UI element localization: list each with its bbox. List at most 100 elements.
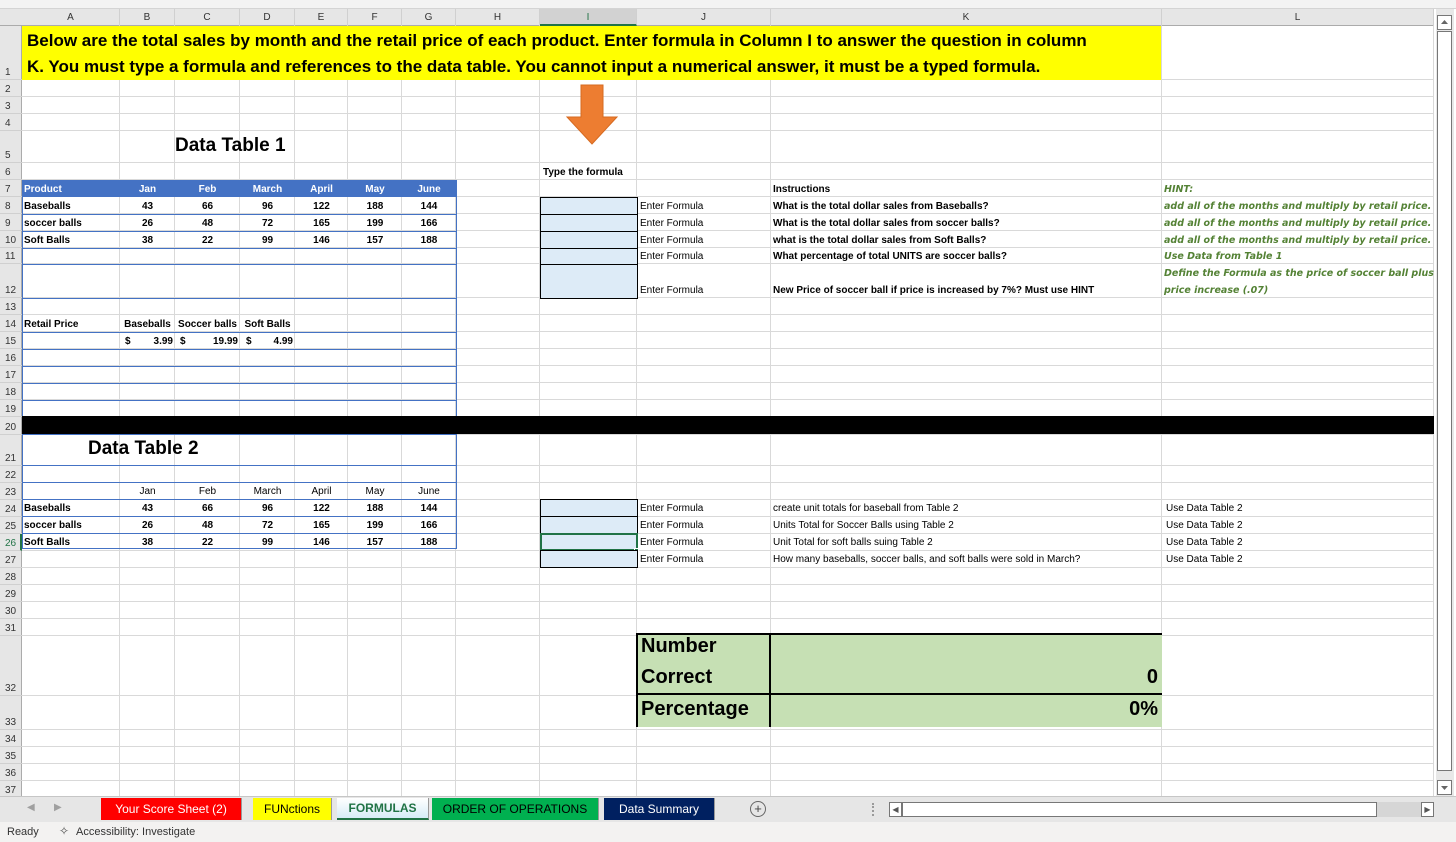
formula-input-cell[interactable] [540,499,638,517]
scroll-left-button[interactable]: ◀ [889,802,902,817]
row-header-8[interactable]: 8 [0,197,22,214]
row-header-34[interactable]: 34 [0,730,22,747]
table2-value-cell[interactable]: 188 [402,533,456,550]
table2-value-cell[interactable]: 99 [240,533,295,550]
row-header-13[interactable]: 13 [0,298,22,315]
sheet-tab-your-score-sheet-2[interactable]: Your Score Sheet (2) [101,798,242,820]
table2-value-cell[interactable]: 166 [402,516,456,533]
row-header-17[interactable]: 17 [0,366,22,383]
add-sheet-icon[interactable]: + [750,801,766,817]
formula-input-cell[interactable] [540,231,638,249]
row-header-14[interactable]: 14 [0,315,22,332]
formula-input-cell[interactable] [540,550,638,568]
vertical-scroll-thumb[interactable] [1437,31,1452,771]
row-header-12[interactable]: 12 [0,264,22,298]
formula-input-cell[interactable] [540,214,638,232]
instructions-banner[interactable]: Below are the total sales by month and t… [22,26,1161,80]
table2-value-cell[interactable]: 157 [348,533,402,550]
table2-value-cell[interactable]: 122 [295,499,348,516]
row-header-4[interactable]: 4 [0,114,22,131]
sheet-tab-order-of-operations[interactable]: ORDER OF OPERATIONS [432,798,599,820]
table1-value-cell[interactable]: 122 [295,197,348,214]
table1-value-cell[interactable]: 188 [348,197,402,214]
row-header-31[interactable]: 31 [0,619,22,636]
table2-value-cell[interactable]: 22 [175,533,240,550]
row-header-9[interactable]: 9 [0,214,22,231]
table2-value-cell[interactable]: 199 [348,516,402,533]
table1-product-name[interactable]: Baseballs [22,197,120,214]
table2-product-name[interactable]: Baseballs [22,499,120,516]
row-header-7[interactable]: 7 [0,180,22,197]
formula-input-cell[interactable] [540,248,638,265]
column-header-c[interactable]: C [175,9,240,26]
table1-value-cell[interactable]: 22 [175,231,240,248]
spreadsheet-grid[interactable]: Below are the total sales by month and t… [22,26,1434,796]
row-header-21[interactable]: 21 [0,435,22,466]
table2-value-cell[interactable]: 66 [175,499,240,516]
row-header-24[interactable]: 24 [0,500,22,517]
scroll-down-button[interactable] [1437,780,1452,795]
column-header-i[interactable]: I [540,9,637,26]
formula-input-cell[interactable] [540,197,638,215]
row-header-15[interactable]: 15 [0,332,22,349]
table1-value-cell[interactable]: 48 [175,214,240,231]
row-header-27[interactable]: 27 [0,551,22,568]
row-header-5[interactable]: 5 [0,131,22,163]
sheet-tab-data-summary[interactable]: Data Summary [604,798,715,820]
table1-value-cell[interactable]: 66 [175,197,240,214]
row-header-1[interactable]: 1 [0,26,22,80]
row-header-3[interactable]: 3 [0,97,22,114]
column-header-d[interactable]: D [240,9,295,26]
retail-price-baseballs[interactable]: 3.99 [130,332,175,349]
row-header-25[interactable]: 25 [0,517,22,534]
table2-value-cell[interactable]: 96 [240,499,295,516]
table1-value-cell[interactable]: 43 [120,197,175,214]
table2-product-name[interactable]: soccer balls [22,516,120,533]
column-header-f[interactable]: F [348,9,402,26]
table1-value-cell[interactable]: 96 [240,197,295,214]
row-header-23[interactable]: 23 [0,483,22,500]
table1-value-cell[interactable]: 188 [402,231,456,248]
table2-value-cell[interactable]: 144 [402,499,456,516]
row-header-10[interactable]: 10 [0,231,22,248]
table1-value-cell[interactable]: 199 [348,214,402,231]
row-header-6[interactable]: 6 [0,163,22,180]
table2-value-cell[interactable]: 48 [175,516,240,533]
column-header-g[interactable]: G [402,9,456,26]
row-header-29[interactable]: 29 [0,585,22,602]
formula-input-cell[interactable] [540,264,638,299]
table1-value-cell[interactable]: 38 [120,231,175,248]
scroll-right-button[interactable]: ▶ [1421,802,1434,817]
row-header-18[interactable]: 18 [0,383,22,400]
scroll-up-button[interactable] [1437,15,1452,30]
table2-value-cell[interactable]: 165 [295,516,348,533]
retail-price-soccer[interactable]: 19.99 [185,332,240,349]
row-header-20[interactable]: 20 [0,417,22,435]
row-header-11[interactable]: 11 [0,248,22,264]
vertical-scrollbar[interactable] [1436,9,1454,796]
row-header-2[interactable]: 2 [0,80,22,97]
table2-value-cell[interactable]: 72 [240,516,295,533]
sheet-tab-formulas[interactable]: FORMULAS [337,798,429,820]
next-sheet-icon[interactable]: ▶ [54,802,62,813]
table2-value-cell[interactable]: 38 [120,533,175,550]
prev-sheet-icon[interactable]: ◀ [27,802,35,813]
table2-value-cell[interactable]: 43 [120,499,175,516]
table1-value-cell[interactable]: 157 [348,231,402,248]
row-header-16[interactable]: 16 [0,349,22,366]
table1-product-name[interactable]: soccer balls [22,214,120,231]
table2-value-cell[interactable]: 188 [348,499,402,516]
row-header-33[interactable]: 33 [0,696,22,730]
table1-value-cell[interactable]: 146 [295,231,348,248]
horizontal-scroll-thumb[interactable] [902,802,1377,817]
row-header-28[interactable]: 28 [0,568,22,585]
row-header-35[interactable]: 35 [0,747,22,764]
row-header-32[interactable]: 32 [0,636,22,696]
column-header-h[interactable]: H [456,9,540,26]
formula-input-cell[interactable] [540,516,638,534]
row-header-26[interactable]: 26 [0,534,22,551]
table1-value-cell[interactable]: 72 [240,214,295,231]
table1-value-cell[interactable]: 99 [240,231,295,248]
sheet-tab-functions[interactable]: FUNctions [253,798,332,820]
row-header-22[interactable]: 22 [0,466,22,483]
